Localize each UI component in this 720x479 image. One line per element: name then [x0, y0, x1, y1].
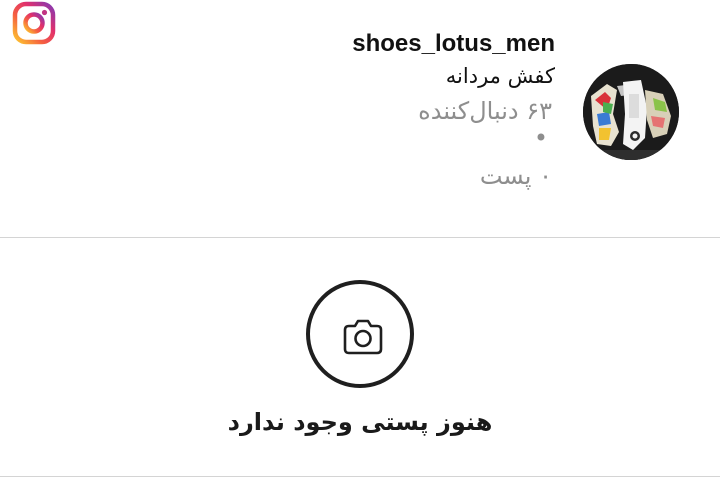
profile-header: shoes_lotus_men کفش مردانه ۶۳ دنبال‌کنند… — [0, 0, 720, 238]
camera-icon — [343, 319, 383, 355]
header-divider — [0, 237, 720, 238]
no-posts-message: هنوز پستی وجود ندارد — [227, 408, 493, 436]
empty-posts-camera — [306, 280, 414, 388]
profile-page: shoes_lotus_men کفش مردانه ۶۳ دنبال‌کنند… — [0, 0, 720, 479]
profile-photo-shoes-icon — [583, 64, 679, 160]
followers-count[interactable]: ۶۳ دنبال‌کننده — [418, 97, 552, 125]
posts-count: ۰ پست — [479, 162, 552, 190]
bottom-divider — [0, 476, 720, 477]
profile-bio: کفش مردانه — [445, 64, 555, 88]
stats-separator: • — [533, 124, 548, 152]
profile-username[interactable]: shoes_lotus_men — [352, 30, 555, 58]
avatar[interactable] — [583, 64, 679, 160]
